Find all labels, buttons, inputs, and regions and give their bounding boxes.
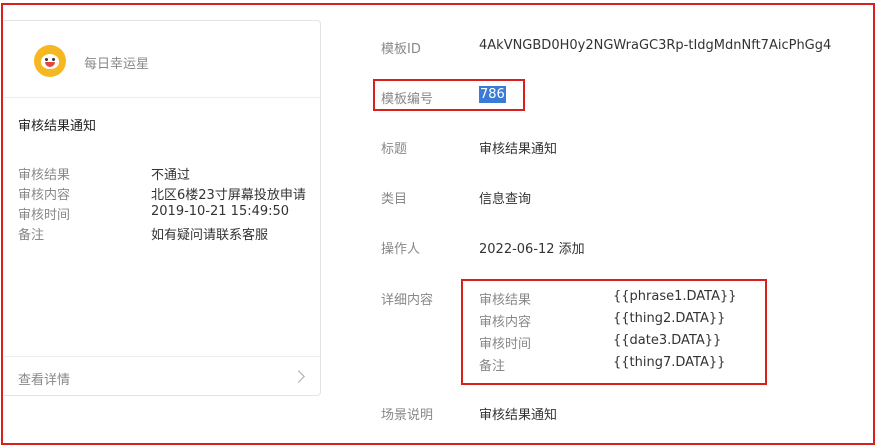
view-detail-link[interactable]: 查看详情 <box>18 369 70 388</box>
scene-value: 审核结果通知 <box>479 408 558 423</box>
selected-text: 786 <box>479 86 506 103</box>
content-key: 审核时间 <box>479 337 532 352</box>
title-value: 审核结果通知 <box>479 142 558 157</box>
field-value: 如有疑问请联系客服 <box>151 228 269 243</box>
title-label: 标题 <box>381 142 408 157</box>
message-field-row: 审核结果 不通过 <box>18 164 318 184</box>
field-value: 2019-10-21 15:49:50 <box>151 204 290 219</box>
category-label: 类目 <box>381 192 408 207</box>
divider <box>4 97 320 98</box>
message-field-row: 审核时间 2019-10-21 15:49:50 <box>18 204 318 224</box>
content-key: 审核结果 <box>479 293 532 308</box>
content-value: {{date3.DATA}} <box>613 333 722 348</box>
field-key: 审核内容 <box>18 188 71 203</box>
divider <box>4 356 320 357</box>
message-preview-card: 每日幸运星 审核结果通知 审核结果 不通过 审核内容 北区6楼23寸屏幕投放申请… <box>4 20 321 396</box>
operator-value: 2022-06-12 添加 <box>479 242 585 257</box>
operator-label: 操作人 <box>381 242 421 257</box>
template-number-label: 模板编号 <box>381 92 434 107</box>
content-value: {{thing2.DATA}} <box>613 311 726 326</box>
detail-content-label: 详细内容 <box>381 293 434 308</box>
message-fields: 审核结果 不通过 审核内容 北区6楼23寸屏幕投放申请 审核时间 2019-10… <box>18 164 318 244</box>
account-avatar <box>34 45 66 77</box>
chevron-right-icon[interactable] <box>292 370 305 383</box>
template-id-label: 模板ID <box>381 42 421 57</box>
avatar-eye-icon <box>45 58 48 61</box>
field-value: 北区6楼23寸屏幕投放申请 <box>151 188 306 203</box>
content-value: {{thing7.DATA}} <box>613 355 726 370</box>
detail-content-row: 备注 {{thing7.DATA}} <box>479 355 759 375</box>
detail-content-row: 审核结果 {{phrase1.DATA}} <box>479 289 759 309</box>
template-number-value: 786 <box>479 86 506 103</box>
field-key: 审核结果 <box>18 168 71 183</box>
category-value: 信息查询 <box>479 192 532 207</box>
avatar-eye-icon <box>52 58 55 61</box>
content-value: {{phrase1.DATA}} <box>613 289 737 304</box>
scene-label: 场景说明 <box>381 408 434 423</box>
message-title: 审核结果通知 <box>18 119 97 134</box>
field-value: 不通过 <box>151 168 191 183</box>
field-key: 备注 <box>18 228 45 243</box>
message-field-row: 备注 如有疑问请联系客服 <box>18 224 318 244</box>
detail-content-row: 审核内容 {{thing2.DATA}} <box>479 311 759 331</box>
message-field-row: 审核内容 北区6楼23寸屏幕投放申请 <box>18 184 318 204</box>
field-key: 审核时间 <box>18 208 71 223</box>
detail-content-row: 审核时间 {{date3.DATA}} <box>479 333 759 353</box>
account-name: 每日幸运星 <box>84 57 150 72</box>
content-key: 备注 <box>479 359 506 374</box>
content-key: 审核内容 <box>479 315 532 330</box>
template-id-value: 4AkVNGBD0H0y2NGWraGC3Rp-tIdgMdnNft7AicPh… <box>479 38 832 53</box>
